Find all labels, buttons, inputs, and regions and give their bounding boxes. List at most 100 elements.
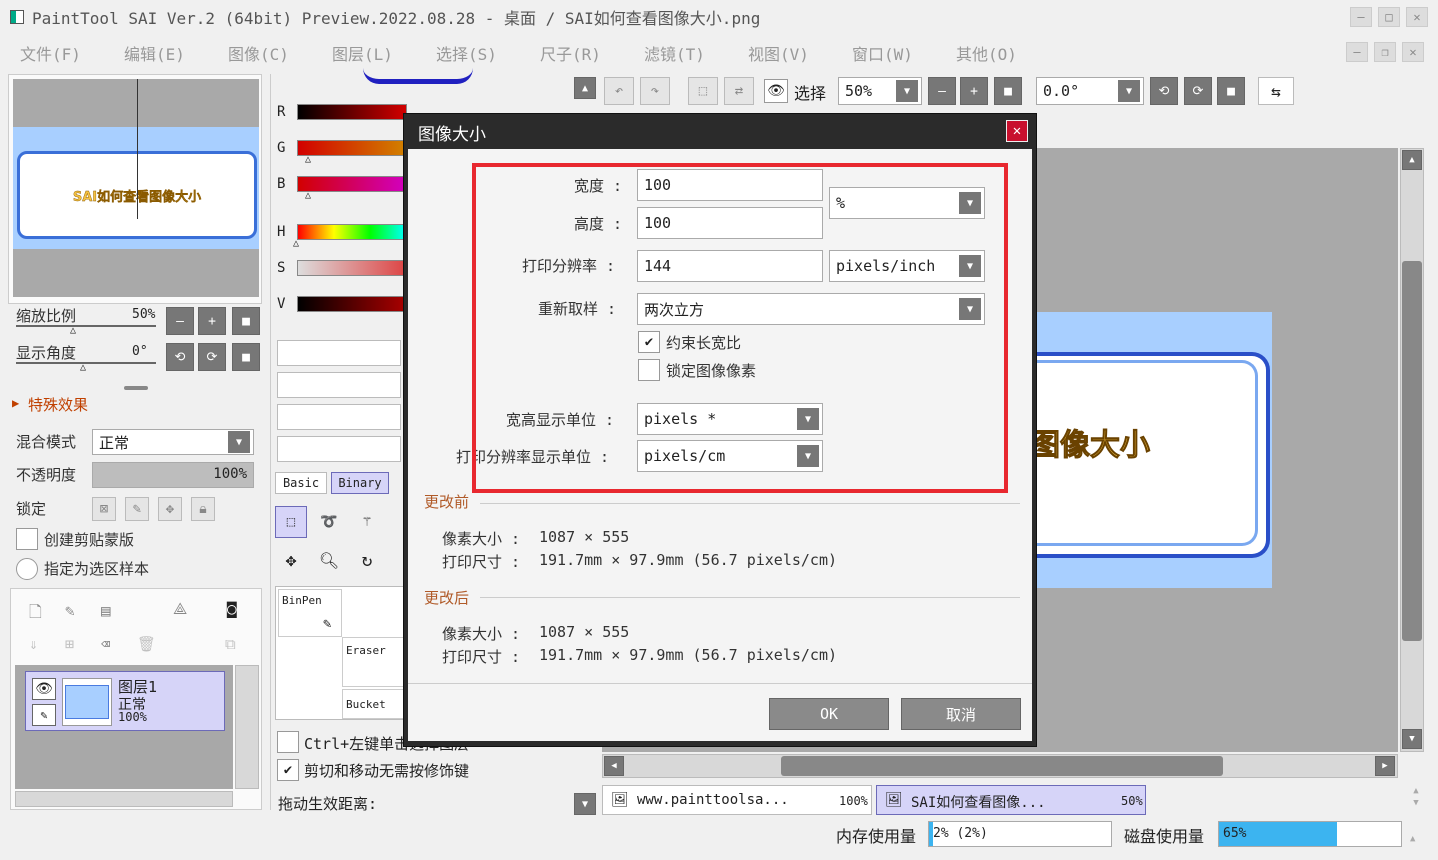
doc-minimize-button[interactable]: — — [1346, 42, 1368, 62]
tab-binary[interactable]: Binary — [331, 472, 389, 494]
layer-hscrollbar[interactable] — [15, 791, 233, 807]
zoom-slider-handle[interactable]: △ — [70, 325, 76, 336]
binpen-tool[interactable]: BinPen ✎ — [278, 589, 342, 637]
angle-slider-handle[interactable]: △ — [80, 362, 86, 373]
rotate-right-button[interactable]: ⟳ — [198, 343, 226, 371]
close-button[interactable]: ✕ — [1406, 7, 1428, 27]
invert-icon[interactable]: ⇄ — [724, 77, 754, 105]
scroll-left-icon[interactable]: ◀ — [604, 756, 624, 776]
cut-move-checkbox[interactable]: ✔ — [277, 759, 299, 781]
v-slider[interactable] — [297, 296, 407, 312]
panel-scroll-up-button[interactable]: ▲ — [574, 77, 596, 99]
zoom-out-button[interactable]: — — [166, 307, 194, 335]
swatch-slot-2[interactable] — [277, 372, 401, 398]
bucket-tool[interactable]: Bucket — [342, 689, 404, 719]
vscroll-thumb[interactable] — [1402, 261, 1422, 641]
panel-splitter[interactable] — [124, 386, 148, 390]
clipping-mask-checkbox[interactable] — [16, 528, 38, 550]
rotate-reset-button[interactable]: ■ — [232, 343, 260, 371]
new-linework-icon[interactable]: ✎ — [65, 601, 75, 620]
doc-tab-2[interactable]: 🖼︎ SAI如何查看图像... 50% — [876, 785, 1146, 815]
canvas-vscrollbar[interactable]: ▲ ▼ — [1400, 148, 1424, 752]
ctrl-click-checkbox[interactable] — [277, 731, 299, 753]
zoom-reset-button[interactable]: ■ — [232, 307, 260, 335]
delete-layer-icon[interactable]: 🗑︎ — [137, 635, 156, 653]
lock-paint-icon[interactable]: ✎ — [125, 497, 149, 521]
merge-down-icon[interactable]: ⇓ — [29, 635, 38, 653]
toolbar-rotate-left-button[interactable]: ⟲ — [1150, 77, 1178, 105]
h-slider[interactable] — [297, 224, 407, 240]
toolbar-zoom-in-button[interactable]: + — [960, 77, 988, 105]
lock-move-icon[interactable]: ✥ — [158, 497, 182, 521]
r-slider[interactable] — [297, 104, 407, 120]
lock-transparency-icon[interactable]: ⊠ — [92, 497, 116, 521]
layer-effect-icon[interactable]: ⟁ — [173, 599, 187, 619]
magic-wand-icon[interactable]: ⚚ — [351, 506, 383, 538]
ok-button[interactable]: OK — [769, 698, 889, 730]
toolbar-rotate-reset-button[interactable]: ■ — [1217, 77, 1245, 105]
angle-select[interactable]: 0.0° ▼ — [1036, 77, 1144, 105]
cancel-button[interactable]: 取消 — [901, 698, 1021, 730]
zoom-in-button[interactable]: + — [198, 307, 226, 335]
menu-file[interactable]: 文件(F) — [20, 41, 96, 65]
layer-row[interactable]: 👁︎ ✎ 图层1 正常 100% — [25, 671, 225, 731]
swatch-slot-4[interactable] — [277, 436, 401, 462]
panel-scroll-down-button[interactable]: ▼ — [574, 793, 596, 815]
effects-label[interactable]: 特殊效果 — [28, 394, 88, 415]
menu-other[interactable]: 其他(O) — [956, 41, 1032, 65]
zoom-icon[interactable]: 🔍︎ — [313, 544, 345, 576]
scroll-right-icon[interactable]: ▶ — [1375, 756, 1395, 776]
b-slider[interactable] — [297, 176, 407, 192]
rect-select-icon[interactable]: ⬚ — [275, 506, 307, 538]
menu-ruler[interactable]: 尺子(R) — [540, 41, 616, 65]
swatch-slot-3[interactable] — [277, 404, 401, 430]
menu-filter[interactable]: 滤镜(T) — [644, 41, 720, 65]
visibility-eye-icon[interactable]: 👁︎ — [32, 678, 56, 700]
g-slider[interactable] — [297, 140, 407, 156]
pen-icon[interactable]: ✎ — [32, 704, 56, 726]
redo-icon[interactable]: ↷ — [640, 77, 670, 105]
new-layer-icon[interactable]: 🗋 — [29, 601, 42, 628]
menu-view[interactable]: 视图(V) — [748, 41, 824, 65]
doc-tab-scroll[interactable]: ▲ ▼ — [1406, 785, 1426, 815]
menu-image[interactable]: 图像(C) — [228, 41, 304, 65]
rotate-left-button[interactable]: ⟲ — [166, 343, 194, 371]
merge-icon[interactable]: ⊞ — [65, 635, 74, 653]
status-scroll[interactable]: ▲ — [1410, 834, 1430, 854]
rotate-icon[interactable]: ↻ — [351, 544, 383, 576]
scroll-down-icon[interactable]: ▼ — [1402, 729, 1422, 749]
expand-arrow-icon[interactable]: ▶ — [12, 396, 19, 410]
new-folder-icon[interactable]: ▤ — [101, 601, 111, 620]
menu-layer[interactable]: 图层(L) — [332, 41, 408, 65]
scroll-up-icon[interactable]: ▲ — [1402, 150, 1422, 170]
sample-source-radio[interactable] — [16, 558, 38, 580]
move-icon[interactable]: ✥ — [275, 544, 307, 576]
lasso-icon[interactable]: ➰ — [313, 506, 345, 538]
clear-layer-icon[interactable]: ⌫ — [101, 635, 110, 653]
lock-all-icon[interactable]: 🔒︎ — [191, 497, 215, 521]
show-selection-eye-icon[interactable]: 👁︎ — [764, 79, 788, 103]
doc-restore-button[interactable]: ❐ — [1374, 42, 1396, 62]
toolbar-zoom-reset-button[interactable]: ■ — [994, 77, 1022, 105]
deselect-icon[interactable]: ⬚ — [688, 77, 718, 105]
layer-scrollbar[interactable] — [235, 665, 259, 789]
eraser-tool[interactable]: Eraser — [342, 637, 404, 687]
blend-mode-select[interactable]: 正常 ▼ — [92, 429, 254, 455]
dialog-close-icon[interactable]: ✕ — [1006, 120, 1028, 142]
mask-icon[interactable]: ◙ — [227, 599, 237, 618]
undo-icon[interactable]: ↶ — [604, 77, 634, 105]
swatch-slot-1[interactable] — [277, 340, 401, 366]
tab-basic[interactable]: Basic — [275, 472, 327, 494]
menu-edit[interactable]: 编辑(E) — [124, 41, 200, 65]
doc-tab-1[interactable]: 🖼︎ www.painttoolsa... 100% — [602, 785, 872, 815]
opacity-slider[interactable]: 100% — [92, 462, 254, 488]
copy-layer-icon[interactable]: ⧉ — [225, 635, 236, 653]
toolbar-zoom-out-button[interactable]: — — [928, 77, 956, 105]
toolbar-rotate-right-button[interactable]: ⟳ — [1184, 77, 1212, 105]
s-slider[interactable] — [297, 260, 407, 276]
navigator-preview[interactable]: SAI如何查看图像大小 — [13, 79, 259, 297]
menu-window[interactable]: 窗口(W) — [852, 41, 928, 65]
zoom-select[interactable]: 50% ▼ — [838, 77, 922, 105]
minimize-button[interactable]: — — [1350, 7, 1372, 27]
hscroll-thumb[interactable] — [781, 756, 1223, 776]
